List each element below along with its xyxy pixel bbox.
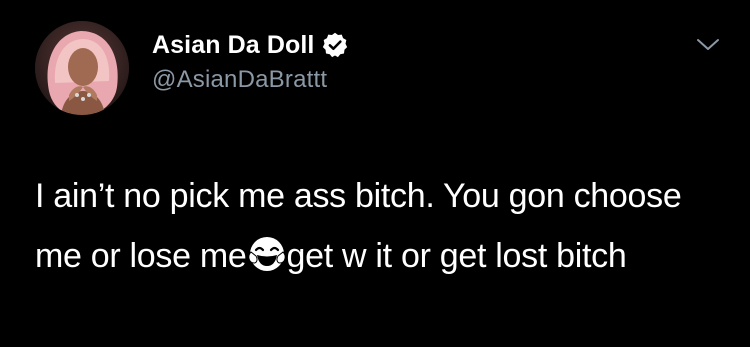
tweet[interactable]: Asian Da Doll @AsianDaBrattt I ain’t no …: [0, 0, 750, 347]
user-handle[interactable]: @AsianDaBrattt: [152, 66, 349, 94]
tweet-text-part-2: get w it or get lost bitch: [286, 237, 627, 275]
face-with-tears-of-joy-emoji-icon: [247, 232, 286, 271]
chevron-down-icon[interactable]: [694, 34, 722, 56]
avatar-photo: [35, 21, 129, 115]
display-name[interactable]: Asian Da Doll: [152, 31, 314, 60]
verified-badge-icon: [321, 31, 349, 59]
name-row: Asian Da Doll: [152, 28, 349, 62]
tweet-text: I ain’t no pick me ass bitch. You gon ch…: [35, 166, 735, 286]
avatar[interactable]: [35, 21, 129, 115]
tweet-header: Asian Da Doll @AsianDaBrattt: [152, 28, 349, 94]
